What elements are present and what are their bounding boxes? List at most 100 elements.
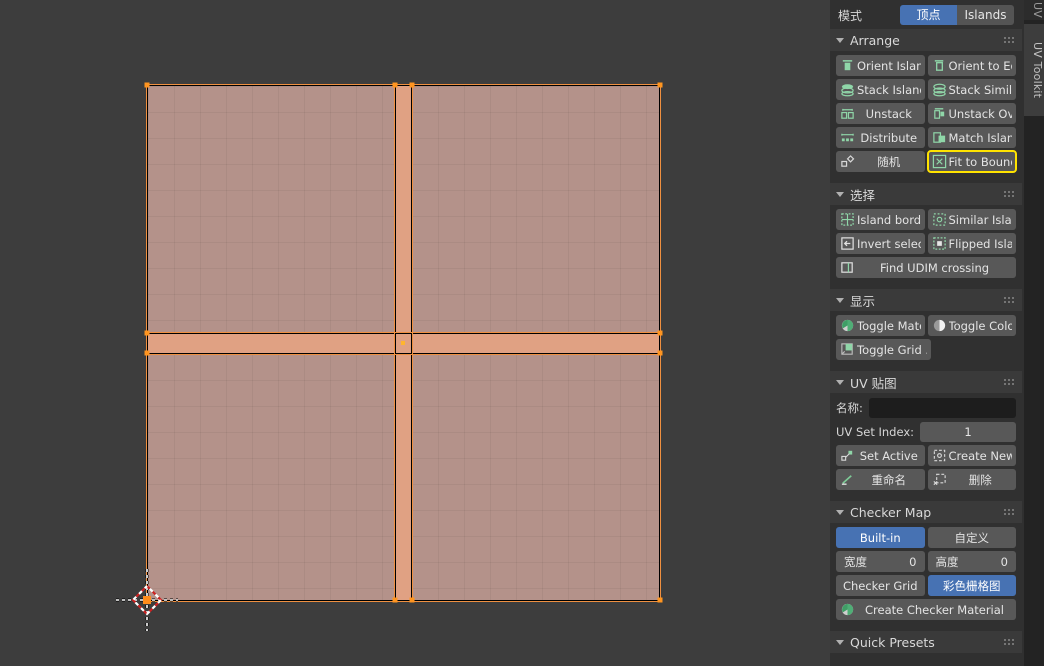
chevron-down-icon (836, 191, 844, 197)
stack-similar-button[interactable]: Stack Similar (927, 79, 1016, 100)
uv-set-index-row: UV Set Index: 1 (836, 421, 1016, 442)
section-header-quick-presets[interactable]: Quick Presets (830, 631, 1022, 653)
uv-vertex[interactable] (657, 330, 663, 336)
mode-toggle-group: 顶点 Islands (900, 5, 1014, 25)
delete-button[interactable]: 删除 (927, 469, 1016, 490)
button-row: Toggle Grid ... (836, 339, 1016, 360)
mode-button-islands[interactable]: Islands (957, 5, 1014, 25)
match-islands-label: Match Islands (948, 130, 1013, 145)
uv-strip-vertical-top[interactable] (394, 84, 413, 334)
checker-source-builtin-button[interactable]: Built-in (836, 527, 925, 548)
toggle-color-button[interactable]: Toggle Color... (927, 315, 1016, 336)
checker-width-field[interactable]: 宽度 0 (836, 551, 925, 572)
uv-vertex[interactable] (657, 350, 663, 356)
match-islands-button[interactable]: Match Islands (927, 127, 1016, 148)
grip-dots-icon[interactable] (1003, 508, 1014, 516)
checker-grid-button[interactable]: Checker Grid (836, 575, 925, 596)
checker-height-field[interactable]: 高度 0 (927, 551, 1016, 572)
uv-vertex[interactable] (409, 82, 415, 88)
uv-strip-vertical-bottom[interactable] (394, 352, 413, 602)
button-row: Island border Similar Islan... (836, 209, 1016, 230)
find-udim-crossing-icon (840, 260, 855, 275)
uv-vertex[interactable] (144, 82, 150, 88)
flipped-islands-label: Flipped Islan... (948, 236, 1013, 251)
distribute-icon (840, 130, 855, 145)
section-title-uv-map: UV 贴图 (850, 375, 897, 391)
similar-islands-button[interactable]: Similar Islan... (927, 209, 1016, 230)
section-header-select[interactable]: 选择 (830, 183, 1022, 205)
orient-to-edge-button[interactable]: Orient to Edge (927, 55, 1016, 76)
island-border-label: Island border (857, 212, 921, 227)
uv-face-top-right[interactable] (410, 84, 661, 334)
stack-islands-button[interactable]: Stack Islands (836, 79, 925, 100)
uv-face-grid-texture (148, 354, 394, 600)
uv-face-bottom-right[interactable] (410, 352, 661, 602)
randomize-button[interactable]: 随机 (836, 151, 925, 172)
uv-vertex[interactable] (392, 82, 398, 88)
distribute-label: Distribute (860, 130, 918, 145)
flipped-islands-button[interactable]: Flipped Islan... (927, 233, 1016, 254)
checker-source-toggle-group: Built-in 自定义 (836, 527, 1016, 548)
create-new-button[interactable]: Create New (927, 445, 1016, 466)
stack-islands-label: Stack Islands (857, 82, 921, 97)
section-header-display[interactable]: 显示 (830, 289, 1022, 311)
toggle-grid-icon (840, 342, 855, 357)
island-border-button[interactable]: Island border (836, 209, 925, 230)
create-checker-material-button[interactable]: Create Checker Material (836, 599, 1016, 620)
section-header-arrange[interactable]: Arrange (830, 29, 1022, 51)
uv-name-input[interactable] (868, 397, 1016, 418)
uv-set-index-label: UV Set Index: (836, 424, 915, 439)
panel-tab-uv[interactable]: UV (1024, 0, 1044, 20)
orient-islands-button[interactable]: Orient Islands (836, 55, 925, 76)
grip-dots-icon[interactable] (1003, 638, 1014, 646)
toggle-grid-button[interactable]: Toggle Grid ... (836, 339, 931, 360)
island-border-icon (840, 212, 855, 227)
unstack-overlapping-button[interactable]: Unstack Ov... (927, 103, 1016, 124)
uv-vertex[interactable] (144, 350, 150, 356)
2d-cursor[interactable] (116, 569, 178, 631)
grip-dots-icon[interactable] (1003, 36, 1014, 44)
uv-vertex[interactable] (392, 597, 398, 603)
section-header-checker-map[interactable]: Checker Map (830, 501, 1022, 523)
uv-face-top-left[interactable] (146, 84, 396, 334)
invert-selection-button[interactable]: Invert select... (836, 233, 925, 254)
rename-button[interactable]: 重命名 (836, 469, 925, 490)
checker-grid-toggle-group: Checker Grid 彩色栅格图 (836, 575, 1016, 596)
stack-similar-icon (932, 82, 947, 97)
uv-vertex-center[interactable] (401, 341, 405, 345)
unstack-overlapping-label: Unstack Ov... (948, 106, 1013, 121)
toggle-material-button[interactable]: Toggle Mate... (836, 315, 925, 336)
panel-tab-uv-toolkit[interactable]: UV Toolkit (1024, 24, 1044, 116)
button-row: Orient Islands Orient to Edge (836, 55, 1016, 76)
find-udim-crossing-button[interactable]: Find UDIM crossing (836, 257, 1016, 278)
uv-vertex[interactable] (657, 82, 663, 88)
grip-dots-icon[interactable] (1003, 190, 1014, 198)
uv-vertex[interactable] (657, 597, 663, 603)
uv-vertex[interactable] (144, 330, 150, 336)
panel-tab-strip: UV UV Toolkit (1024, 0, 1044, 666)
section-body-checker-map: Built-in 自定义 宽度 0 高度 0 Checker Grid 彩色栅格… (830, 523, 1022, 629)
uv-set-index-input[interactable]: 1 (920, 421, 1016, 442)
uv-editor-viewport[interactable] (0, 0, 830, 666)
section-title-display: 显示 (850, 293, 876, 309)
uv-face-bottom-left[interactable] (146, 352, 396, 602)
set-active-button[interactable]: Set Active (836, 445, 925, 466)
uv-strip-horizontal-left[interactable] (146, 332, 396, 355)
uv-name-row: 名称: (836, 397, 1016, 418)
fit-to-bounds-button[interactable]: Fit to Bounds (926, 150, 1017, 173)
distribute-button[interactable]: Distribute (836, 127, 925, 148)
color-grid-button[interactable]: 彩色栅格图 (927, 575, 1016, 596)
button-row: Set Active Create New (836, 445, 1016, 466)
grip-dots-icon[interactable] (1003, 378, 1014, 386)
delete-label: 删除 (968, 472, 992, 487)
section-header-uv-map[interactable]: UV 贴图 (830, 371, 1022, 393)
grip-dots-icon[interactable] (1003, 296, 1014, 304)
button-row: 重命名 删除 (836, 469, 1016, 490)
button-row: Distribute Match Islands (836, 127, 1016, 148)
uv-vertex[interactable] (409, 597, 415, 603)
unstack-overlapping-icon (932, 106, 947, 121)
mode-button-vertex[interactable]: 顶点 (900, 5, 957, 25)
unstack-button[interactable]: Unstack (836, 103, 925, 124)
checker-source-custom-button[interactable]: 自定义 (927, 527, 1016, 548)
uv-strip-horizontal-right[interactable] (410, 332, 661, 355)
